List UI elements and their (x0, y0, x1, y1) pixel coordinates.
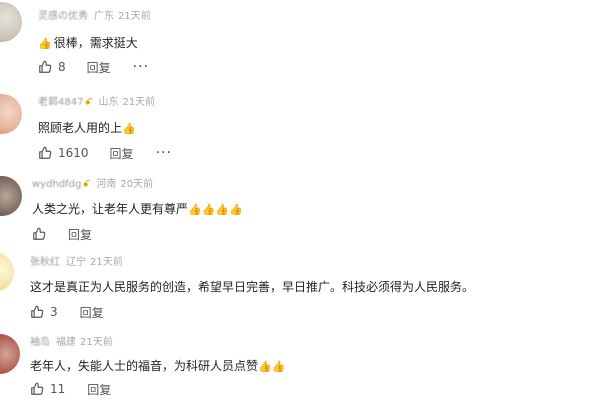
thumbs-up-emoji: 👍👍👍👍 (188, 203, 243, 216)
comment-actions: 11 回复 (30, 380, 111, 398)
thumbs-up-icon (39, 60, 52, 73)
avatar[interactable] (0, 252, 14, 292)
thumbs-up-emoji: 👍 (38, 37, 52, 50)
reply-button[interactable]: 回复 (87, 59, 111, 76)
avatar[interactable] (0, 2, 22, 42)
comment-text: 照顾老人用的上👍 (38, 120, 138, 137)
timestamp: 21天前 (122, 97, 156, 108)
comment-actions: 回复 (32, 225, 92, 243)
reply-button[interactable]: 回复 (80, 304, 104, 321)
like-count: 11 (50, 382, 66, 396)
reply-button[interactable]: 回复 (110, 145, 134, 162)
like-count: 3 (50, 305, 58, 319)
comment-body: 人类之光，让老年人更有尊严 (32, 202, 189, 216)
verified-badge-icon: ꗃ (82, 179, 91, 190)
comment-body: 照顾老人用的上 (38, 121, 123, 135)
avatar[interactable] (0, 334, 20, 374)
like-button[interactable] (32, 227, 52, 241)
thumbs-up-icon (39, 146, 52, 159)
location: 辽宁 (66, 257, 86, 268)
location: 广东 (94, 11, 114, 22)
comment-text: 👍 很棒，需求挺大 (38, 35, 138, 52)
comment-body: 老年人，失能人士的福音，为科研人员点赞 (30, 359, 259, 373)
comment-meta: wydhdfdgꗃ 河南 20天前 (32, 178, 153, 192)
location: 福建 (56, 337, 76, 348)
comment-actions: 8 回复 ··· (38, 58, 149, 76)
location: 山东 (98, 97, 119, 108)
more-options-button[interactable]: ··· (156, 146, 172, 160)
more-options-button[interactable]: ··· (133, 60, 149, 74)
timestamp: 21天前 (80, 337, 113, 348)
thumbs-up-icon (31, 305, 44, 318)
avatar[interactable] (0, 94, 22, 134)
comment-body: 很棒，需求挺大 (53, 36, 138, 50)
comment-text: 老年人，失能人士的福音，为科研人员点赞👍👍 (30, 358, 287, 375)
comment-meta: 灵感の优秀 广东 21天前 (38, 10, 151, 24)
location: 河南 (96, 179, 117, 190)
like-count: 1610 (58, 146, 89, 160)
comment-body: 这才是真正为人民服务的创造，希望早日完善，早日推广。科技必须得为人民服务。 (30, 280, 475, 294)
timestamp: 21天前 (90, 257, 123, 268)
like-button[interactable]: 3 (30, 305, 58, 319)
comment-text: 人类之光，让老年人更有尊严👍👍👍👍 (32, 201, 245, 218)
like-count: 8 (58, 60, 66, 74)
timestamp: 21天前 (118, 11, 151, 22)
thumbs-up-icon (31, 382, 44, 395)
username[interactable]: 袖岛 (30, 337, 50, 348)
comment-text: 这才是真正为人民服务的创造，希望早日完善，早日推广。科技必须得为人民服务。 (30, 279, 474, 295)
reply-button[interactable]: 回复 (87, 381, 111, 398)
reply-button[interactable]: 回复 (68, 226, 92, 243)
username[interactable]: 张秋红 (30, 257, 60, 268)
comment-meta: 袖岛 福建 21天前 (30, 336, 113, 350)
verified-badge-icon: ꗃ (84, 97, 93, 108)
username[interactable]: wydhdfdg (32, 179, 81, 190)
timestamp: 20天前 (120, 179, 154, 190)
thumbs-up-icon (33, 227, 46, 240)
like-button[interactable]: 8 (38, 60, 66, 74)
comment-actions: 1610 回复 ··· (38, 144, 172, 162)
comment-actions: 3 回复 (30, 303, 104, 321)
avatar[interactable] (0, 176, 22, 216)
thumbs-up-emoji: 👍👍 (258, 360, 286, 373)
username[interactable]: 灵感の优秀 (38, 11, 88, 22)
like-button[interactable]: 1610 (38, 146, 89, 160)
comment-meta: 张秋红 辽宁 21天前 (30, 256, 123, 270)
comment-meta: 老郭4847ꗃ 山东 21天前 (38, 96, 155, 110)
like-button[interactable]: 11 (30, 382, 65, 396)
username[interactable]: 老郭4847 (38, 97, 83, 108)
thumbs-up-emoji: 👍 (122, 122, 136, 135)
